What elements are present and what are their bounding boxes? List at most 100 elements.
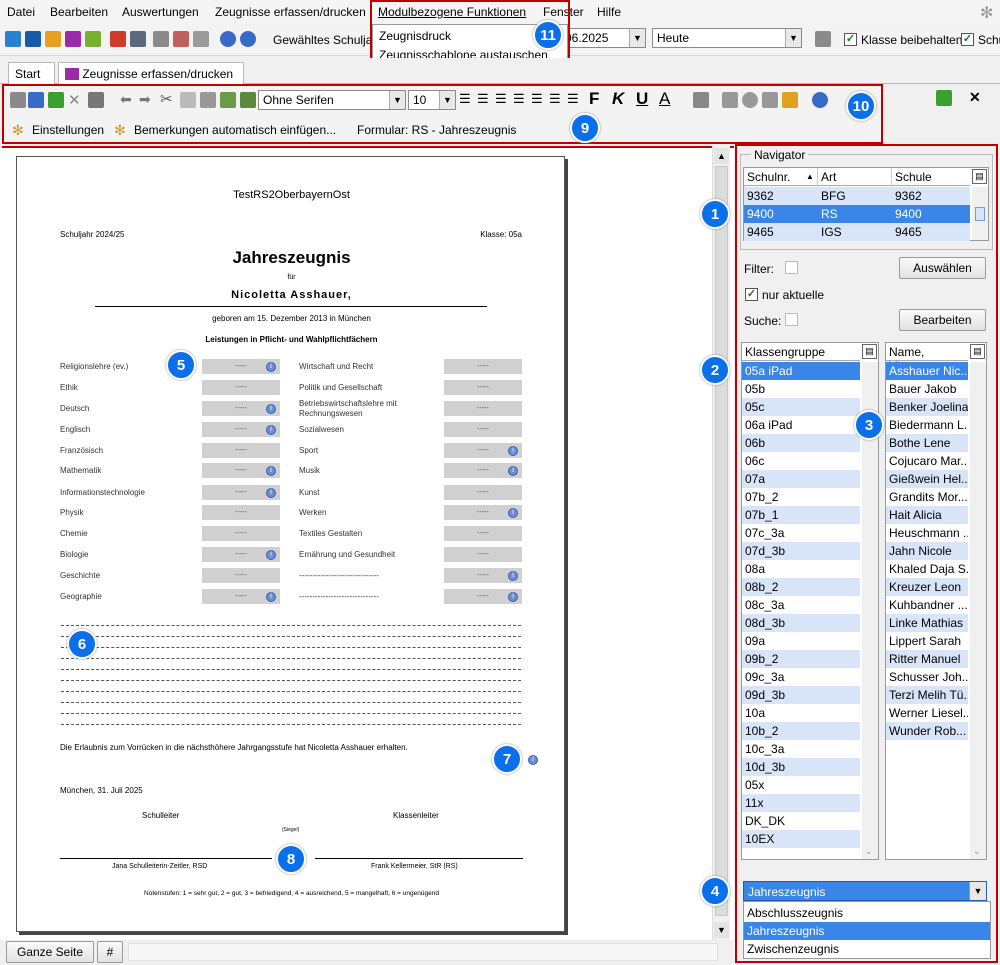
school-name: TestRS2OberbayernOst — [233, 189, 350, 201]
student-name: Nicoletta Asshauer, — [231, 289, 352, 301]
horizontal-scrollbar[interactable] — [128, 943, 718, 961]
info-icon[interactable]: i — [508, 446, 518, 456]
close-icon[interactable]: ✕ — [969, 89, 981, 106]
subject-right: Kunst — [299, 488, 320, 497]
report-icon — [65, 68, 79, 80]
klassenleiter-name: Frank Kellermeier, StR (RS) — [371, 863, 458, 870]
info-icon[interactable]: i — [266, 404, 276, 414]
menu-hilfe[interactable]: Hilfe — [597, 5, 621, 19]
remark-line[interactable] — [61, 636, 521, 637]
remark-line[interactable] — [61, 691, 521, 692]
gear-icon[interactable]: ✻ — [980, 3, 993, 23]
klassenleiter-label: Klassenleiter — [393, 811, 439, 820]
grade-field[interactable]: ----- — [202, 568, 280, 583]
refresh-icon[interactable] — [936, 90, 952, 106]
highlight-box-9-10 — [2, 84, 883, 144]
info-icon[interactable]: i — [266, 592, 276, 602]
grade-field[interactable]: ----- — [202, 380, 280, 395]
copy-icon[interactable] — [153, 31, 169, 47]
people-icon[interactable] — [5, 31, 21, 47]
grade-field[interactable]: ----- — [444, 401, 522, 416]
grade-field[interactable]: ----- — [202, 526, 280, 541]
grade-field[interactable]: ----- — [444, 422, 522, 437]
leistungen-heading: Leistungen in Pflicht- und Wahlpflichtfä… — [205, 335, 378, 344]
date-combo[interactable]: 06.2025 ▼ — [560, 28, 646, 48]
menu-bearbeiten[interactable]: Bearbeiten — [50, 5, 108, 19]
grade-field[interactable]: ----- — [202, 505, 280, 520]
menu-auswertungen[interactable]: Auswertungen — [122, 5, 199, 19]
remark-line[interactable] — [61, 625, 521, 626]
card-icon[interactable] — [25, 31, 41, 47]
marker-2: 2 — [700, 355, 730, 385]
chevron-down-icon: ▼ — [629, 29, 645, 47]
lock-icon[interactable] — [815, 31, 831, 47]
info-icon[interactable] — [220, 31, 236, 47]
info-icon[interactable]: i — [266, 425, 276, 435]
menu-zeugnisse[interactable]: Zeugnisse erfassen/drucken — [215, 5, 366, 19]
subject-left: Englisch — [60, 425, 91, 434]
hash-button[interactable]: # — [97, 941, 123, 963]
period-combo[interactable]: Heute ▼ — [652, 28, 802, 48]
group-icon[interactable] — [45, 31, 61, 47]
info-icon[interactable]: i — [266, 362, 276, 372]
remark-line[interactable] — [61, 702, 521, 703]
subject-left: Geschichte — [60, 571, 101, 580]
tab-start[interactable]: Start ✕ — [8, 62, 55, 95]
ganze-seite-button[interactable]: Ganze Seite — [6, 941, 94, 963]
menu-datei[interactable]: Datei — [7, 5, 35, 19]
report-icon[interactable] — [65, 31, 81, 47]
book-icon[interactable] — [110, 31, 126, 47]
info-icon[interactable]: i — [266, 550, 276, 560]
subject-right: Ernährung und Gesundheit — [299, 550, 396, 559]
chat-icon[interactable] — [85, 31, 101, 47]
remark-line[interactable] — [61, 724, 521, 725]
schule-checkbox[interactable]: ✓ — [961, 33, 974, 46]
document-title: Jahreszeugnis — [232, 248, 351, 267]
grade-field[interactable]: ----- — [444, 380, 522, 395]
subject-right: Textiles Gestalten — [299, 529, 363, 538]
document-scrollbar[interactable]: ▲ ▼ — [712, 146, 730, 940]
scroll-down-arrow[interactable]: ▼ — [714, 922, 729, 938]
grade-field[interactable]: ----- — [444, 526, 522, 541]
remark-line[interactable] — [61, 658, 521, 659]
remark-line[interactable] — [61, 713, 521, 714]
grade-field[interactable]: ----- — [444, 485, 522, 500]
date-value: 06.2025 — [565, 31, 609, 45]
zeugnis-page[interactable]: TestRS2OberbayernOst Schuljahr 2024/25 K… — [16, 156, 565, 932]
subject-right-empty: ------------------------------ — [299, 571, 379, 580]
help-icon[interactable] — [240, 31, 256, 47]
lightning-icon[interactable] — [193, 31, 209, 47]
info-icon[interactable]: i — [508, 571, 518, 581]
info-icon[interactable]: i — [266, 466, 276, 476]
info-icon[interactable]: i — [508, 508, 518, 518]
klasse-text: Klasse: 05a — [480, 230, 522, 239]
print-icon[interactable] — [130, 31, 146, 47]
info-icon[interactable]: i — [508, 466, 518, 476]
tab-start-label: Start — [15, 67, 41, 81]
schulleiter-label: Schulleiter — [142, 811, 180, 820]
subject-right: Sozialwesen — [299, 425, 344, 434]
subject-left: Deutsch — [60, 404, 90, 413]
scroll-thumb[interactable] — [715, 166, 728, 916]
chevron-down-icon: ▼ — [785, 29, 801, 47]
info-icon[interactable]: i — [508, 592, 518, 602]
subject-right: Betriebswirtschaftslehre mit Rechnungswe… — [299, 399, 397, 418]
grade-field[interactable]: ----- — [444, 547, 522, 562]
period-value: Heute — [657, 31, 690, 45]
subject-left: Geographie — [60, 592, 102, 601]
klasse-beibehalten-checkbox[interactable]: ✓ — [844, 33, 857, 46]
subject-left: Religionslehre (ev.) — [60, 362, 129, 371]
scroll-up-arrow[interactable]: ▲ — [714, 148, 729, 164]
remark-line[interactable] — [61, 647, 521, 648]
grade-field[interactable]: ----- — [202, 443, 280, 458]
remark-line[interactable] — [61, 680, 521, 681]
grade-field[interactable]: ----- — [444, 359, 522, 374]
info-icon[interactable]: i — [528, 755, 538, 765]
subject-right: Politik und Gesellschaft — [299, 383, 383, 392]
marker-9: 9 — [570, 113, 600, 143]
remark-line[interactable] — [61, 669, 521, 670]
calendar-icon[interactable] — [173, 31, 189, 47]
tab-zeugnisse[interactable]: Zeugnisse erfassen/drucken ✕ — [58, 62, 244, 95]
info-icon[interactable]: i — [266, 488, 276, 498]
subject-right: Werken — [299, 508, 327, 517]
